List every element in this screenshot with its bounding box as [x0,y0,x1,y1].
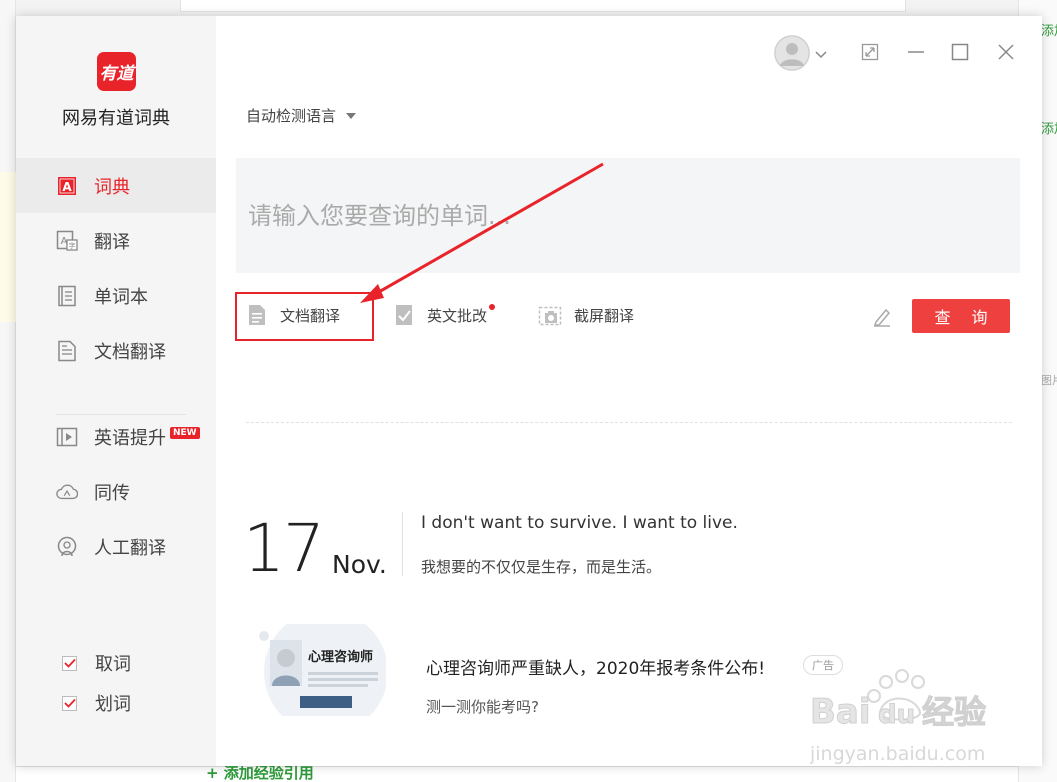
sidebar-item-label: 词典 [94,176,130,198]
screenshot-translate-tool[interactable]: 截屏翻译 [538,304,634,326]
sidebar-item-label: 人工翻译 [94,537,166,559]
capture-word-label: 取词 [95,654,131,675]
ad-thumbnail[interactable]: 心理咨询师 [256,610,388,734]
search-box [236,158,1020,273]
wordbook-icon [56,285,78,307]
daily-day: 17 [243,510,325,587]
daily-month: Nov. [332,550,387,579]
caret-down-icon [346,112,357,119]
tool-label: 截屏翻译 [574,306,635,325]
tool-label: 英文批改 [427,306,488,325]
translate-icon: A字 [56,230,78,252]
ad-thumbnail-title: 心理咨询师 [308,650,374,665]
capture-word-checkbox[interactable] [62,655,77,671]
language-select-value: 自动检测语言 [246,107,337,125]
sidebar-item-label: 翻译 [94,231,130,253]
sidebar-item-label: 单词本 [94,286,148,308]
search-input[interactable] [236,158,1020,273]
svg-text:du: du [878,700,915,730]
section-divider [246,422,1012,423]
interpret-icon [56,481,78,503]
document-icon [56,340,78,362]
sidebar-item-document-translate[interactable]: 文档翻译 [16,323,216,378]
app-name: 网易有道词典 [62,108,170,129]
background-image-label: 图片 [1041,374,1057,387]
sidebar-item-dictionary[interactable]: A 词典 [16,158,216,213]
sidebar-item-interpret[interactable]: 同传 [16,464,216,519]
chevron-down-icon[interactable] [815,44,827,63]
background-top-panel [180,0,906,12]
english-correction-tool[interactable]: 英文批改 [395,304,496,326]
sidebar-item-wordbook[interactable]: 单词本 [16,268,216,323]
sidebar-item-label: 文档翻译 [94,341,166,363]
baidu-jingyan-watermark: Bai du 经验 jingyan.baidu.com [809,668,1050,768]
svg-text:Bai: Bai [810,692,871,732]
sidebar-item-translate[interactable]: A字 翻译 [16,213,216,268]
youdao-dictionary-window: 有道 网易有道词典 A 词典 A字 翻译 单词本 文档翻译 英语提升 NEW 同… [16,16,1042,766]
background-left-strip [0,0,16,782]
compact-mode-icon[interactable] [860,42,880,62]
video-play-icon [56,426,78,448]
app-logo: 有道 [97,52,136,91]
document-translate-icon [248,304,268,326]
sidebar-item-label: 同传 [94,482,130,504]
ad-title[interactable]: 心理咨询师严重缺人，2020年报考条件公布! [426,654,765,679]
new-badge: NEW [170,426,200,439]
user-avatar[interactable] [774,35,810,71]
sidebar-item-human-translate[interactable]: 人工翻译 [16,519,216,574]
capture-word-toggle[interactable]: 取词 [62,650,131,676]
background-add-link[interactable]: 添加 [1041,20,1057,39]
watermark-url: jingyan.baidu.com [810,743,985,765]
svg-text:经验: 经验 [922,693,986,731]
screenshot-icon [538,304,562,326]
svg-text:A: A [62,180,72,194]
maximize-icon[interactable] [950,42,970,62]
select-word-toggle[interactable]: 划词 [62,690,131,716]
main-panel: 自动检测语言 文档翻译 英文批改 截屏翻译 [216,16,1042,766]
daily-separator [402,512,403,576]
daily-quote-english[interactable]: I don't want to survive. I want to live. [421,513,738,533]
close-icon[interactable] [996,42,1016,62]
sidebar-item-label: 英语提升 [94,427,166,449]
sidebar: 有道 网易有道词典 A 词典 A字 翻译 单词本 文档翻译 英语提升 NEW 同… [16,16,216,766]
tool-label: 文档翻译 [280,306,341,325]
dictionary-icon: A [56,175,78,197]
background-bottom-bar [16,766,1018,782]
background-add-link[interactable]: 添加 [1041,118,1057,137]
human-translate-icon [56,536,78,558]
daily-quote-chinese: 我想要的不仅仅是生存，而是生活。 [421,558,662,576]
query-button[interactable]: 查 询 [912,299,1010,333]
minimize-icon[interactable] [906,42,926,62]
select-word-label: 划词 [95,694,131,715]
ad-subtitle[interactable]: 测一测你能考吗? [426,696,539,717]
correction-icon [395,304,415,326]
sidebar-item-english-improve[interactable]: 英语提升 NEW [16,409,216,464]
language-select[interactable]: 自动检测语言 [246,105,357,126]
handwriting-pen-icon[interactable] [871,306,893,328]
notification-dot [489,304,496,310]
svg-text:字: 字 [69,241,76,250]
document-translate-tool[interactable]: 文档翻译 [248,304,340,326]
select-word-checkbox[interactable] [62,695,77,711]
